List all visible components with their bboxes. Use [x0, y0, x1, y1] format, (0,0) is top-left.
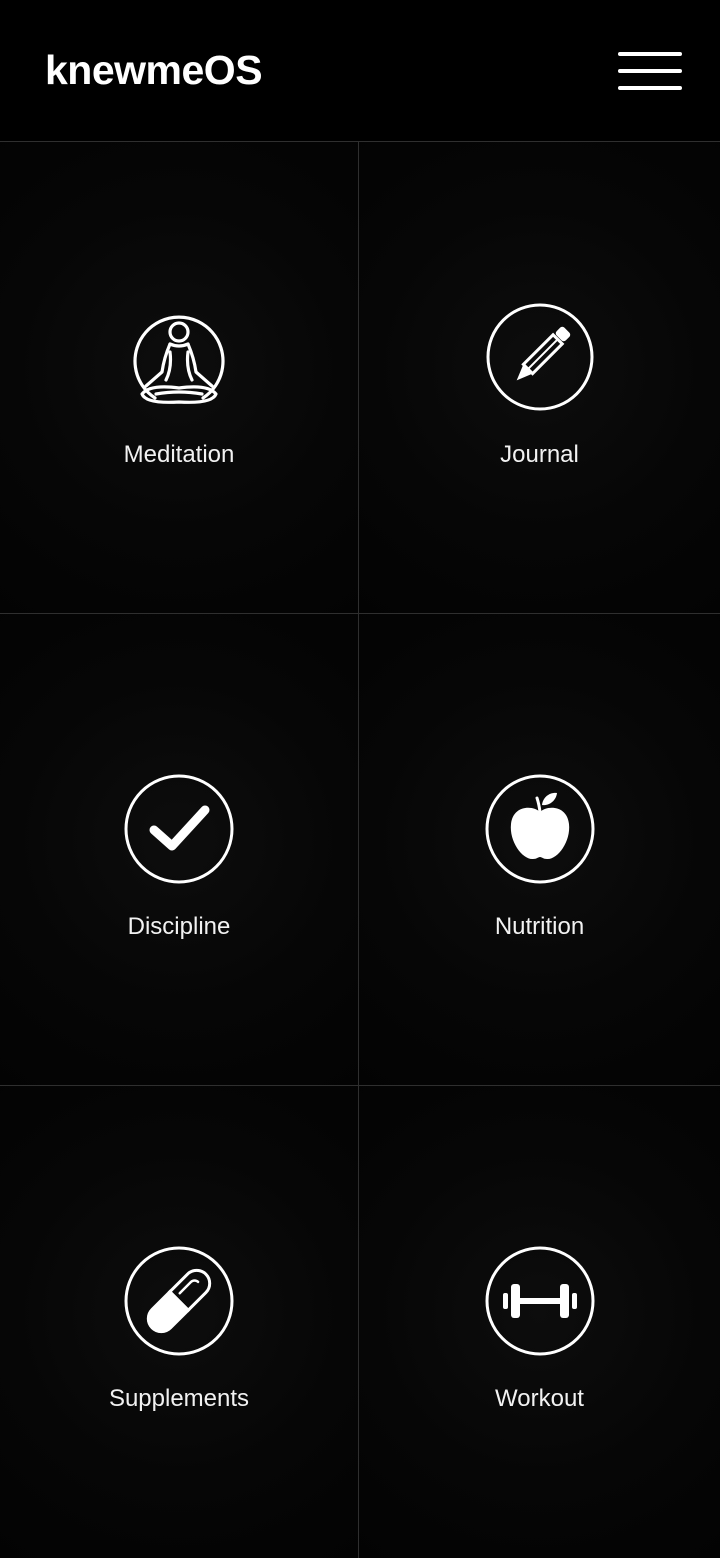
- pill-icon: [122, 1244, 236, 1358]
- pencil-icon: [483, 300, 597, 414]
- app-title: knewmeOS: [45, 47, 263, 93]
- tile-label: Discipline: [127, 913, 231, 940]
- tile-discipline[interactable]: Discipline: [0, 614, 359, 1086]
- app-header: knewmeOS: [0, 0, 720, 142]
- tile-label: Nutrition: [494, 913, 585, 940]
- feature-grid: Meditation Journal Discipline Nutrition …: [0, 142, 720, 1558]
- checkmark-icon: [122, 772, 236, 886]
- dumbbell-icon: [483, 1244, 597, 1358]
- hamburger-menu-icon: [618, 52, 682, 90]
- tile-label: Meditation: [123, 441, 235, 468]
- tile-label: Supplements: [108, 1385, 250, 1412]
- tile-supplements[interactable]: Supplements: [0, 1086, 359, 1558]
- meditation-icon: [122, 300, 236, 414]
- tile-meditation[interactable]: Meditation: [0, 142, 359, 614]
- menu-button[interactable]: [612, 44, 688, 98]
- tile-label: Workout: [495, 1385, 584, 1412]
- tile-workout[interactable]: Workout: [359, 1086, 720, 1558]
- tile-label: Journal: [500, 441, 579, 468]
- tile-journal[interactable]: Journal: [359, 142, 720, 614]
- apple-icon: [483, 772, 597, 886]
- tile-nutrition[interactable]: Nutrition: [359, 614, 720, 1086]
